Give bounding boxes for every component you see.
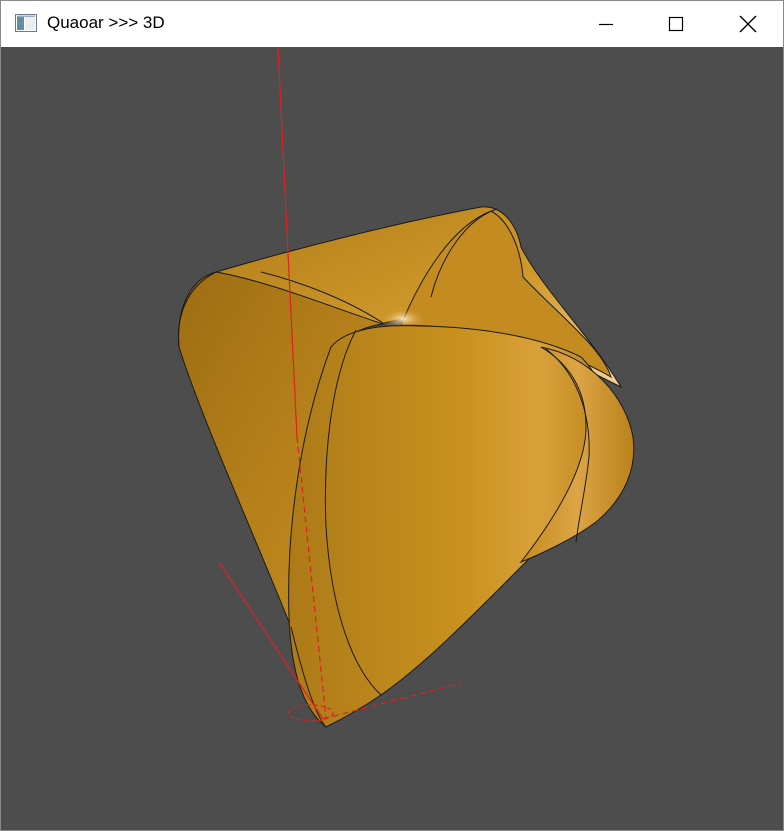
app-icon xyxy=(15,14,37,32)
minimize-button[interactable] xyxy=(571,1,641,47)
3d-viewport[interactable] xyxy=(1,47,783,830)
maximize-icon xyxy=(668,16,684,32)
minimize-icon xyxy=(599,23,613,26)
close-icon xyxy=(739,15,757,33)
close-button[interactable] xyxy=(713,1,783,47)
maximize-button[interactable] xyxy=(641,1,711,47)
window-title: Quaoar >>> 3D xyxy=(47,13,165,32)
title-bar[interactable]: Quaoar >>> 3D xyxy=(1,1,783,47)
scene-canvas xyxy=(177,47,635,728)
app-window: Quaoar >>> 3D xyxy=(0,0,784,831)
shape-front-lobe xyxy=(288,325,635,728)
